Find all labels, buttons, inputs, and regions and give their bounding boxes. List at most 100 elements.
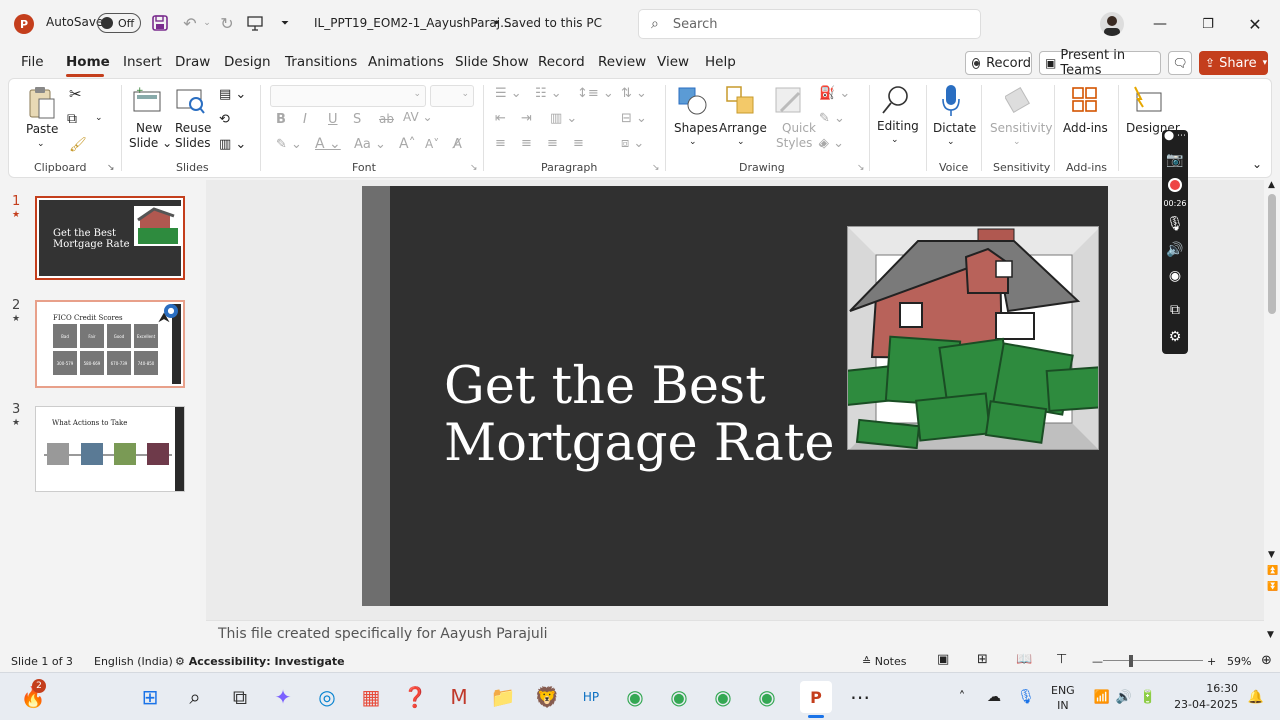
sensitivity-icon[interactable] [1004,85,1033,115]
camera-icon[interactable]: 📷 [1162,152,1188,168]
character-spacing-icon[interactable]: AV ⌄ [403,110,433,124]
chrome-profile-3-icon[interactable]: ◉ [707,681,739,713]
line-spacing-icon[interactable]: ↕≡ ⌄ [577,86,614,101]
clear-formatting-icon[interactable]: A̸ [453,137,462,152]
zoom-slider-thumb[interactable] [1129,655,1133,667]
tab-home[interactable]: Home [66,54,110,70]
comments-button[interactable]: 🗨 [1168,51,1192,75]
zoom-slider-track[interactable] [1103,660,1203,661]
tab-draw[interactable]: Draw [175,54,210,70]
format-painter-icon[interactable]: 🖌 [69,137,87,153]
arrange-label[interactable]: Arrange [719,121,767,136]
save-status[interactable]: • Saved to this PC [493,16,602,30]
sensitivity-dropdown-icon[interactable]: ⌄ [1013,135,1021,150]
user-avatar[interactable] [1100,12,1124,36]
font-size-select[interactable]: ⌄ [430,85,474,107]
reuse-label-2[interactable]: Slides [175,136,211,151]
reuse-label[interactable]: Reuse [175,121,211,136]
shape-fill-icon[interactable]: ⛽ ⌄ [819,86,850,101]
autosave-toggle[interactable]: Off [97,13,141,33]
record-button[interactable]: Record [965,51,1032,75]
editing-dropdown-icon[interactable]: ⌄ [891,133,899,148]
tab-design[interactable]: Design [224,54,271,70]
editing-search-icon[interactable] [879,83,913,117]
clock[interactable]: 16:30 23-04-2025 [1170,681,1238,713]
shape-effects-icon[interactable]: ◈ ⌄ [819,136,844,151]
task-view-icon[interactable]: ⧉ [224,681,256,713]
recorder-more-icon[interactable]: ⬤ ⋯ [1162,131,1188,141]
shapes-label[interactable]: Shapes [674,121,718,136]
mic-tray-icon[interactable]: 🎙 [1010,681,1042,713]
collapse-ribbon-icon[interactable]: ⌄ [1252,157,1262,171]
customize-toolbar-icon[interactable]: ⏷ [278,13,292,33]
notes-toggle[interactable]: ≙ Notes [862,655,907,668]
accessibility-status[interactable]: ⚙ Accessibility: Investigate [175,655,345,668]
restore-icon[interactable]: ❐ [1198,12,1218,36]
new-slide-label[interactable]: New [136,121,162,136]
add-ins-icon[interactable] [1071,85,1099,115]
clipboard-launcher-icon[interactable]: ↘ [107,163,115,173]
paste-dropdown-icon[interactable]: ⌄ [37,137,45,152]
tab-animations[interactable]: Animations [368,54,444,70]
arrange-icon[interactable] [725,85,757,117]
settings-gear-icon[interactable]: ⚙ [1162,329,1188,345]
share-button[interactable]: ⇪ Share ▾ [1199,51,1268,75]
more-apps-icon[interactable]: ⋯ [844,681,876,713]
tab-record[interactable]: Record [538,54,585,70]
arrange-dropdown-icon[interactable]: ⌄ [737,135,745,150]
tab-view[interactable]: View [657,54,689,70]
network-warning-icon[interactable]: ☁ [978,681,1010,713]
microphone-icon[interactable] [939,83,963,119]
align-center-icon[interactable]: ≡ [521,136,532,151]
copilot-icon[interactable]: ✦ [267,681,299,713]
help-app-icon[interactable]: ❓ [399,681,431,713]
shapes-dropdown-icon[interactable]: ⌄ [689,135,697,150]
section-icon[interactable]: ▥ ⌄ [219,137,246,152]
quick-styles-icon[interactable] [773,85,805,117]
copy-icon[interactable]: ⧉ [67,111,77,127]
shape-outline-icon[interactable]: ✎ ⌄ [819,111,845,126]
slide-thumbnail-1[interactable]: Get the Best Mortgage Rate [35,196,185,280]
undo-dropdown-icon[interactable]: ⌄ [202,15,212,31]
font-launcher-icon[interactable]: ↘ [470,163,478,173]
drawing-launcher-icon[interactable]: ↘ [857,163,865,173]
underline-icon[interactable]: U [328,112,338,127]
webcam-icon[interactable]: ◉ [1162,268,1188,284]
numbering-icon[interactable]: ☷ ⌄ [535,86,562,101]
font-name-select[interactable]: ⌄ [270,85,426,107]
tab-transitions[interactable]: Transitions [285,54,357,70]
microphone-icon[interactable]: 🎙 [1162,216,1188,232]
scroll-thumb[interactable] [1268,194,1276,314]
align-left-icon[interactable]: ≡ [495,136,506,151]
minimize-icon[interactable]: — [1150,12,1170,36]
close-icon[interactable]: ✕ [1245,12,1265,36]
editing-label[interactable]: Editing [877,119,919,134]
scroll-down-icon[interactable]: ▼ [1268,550,1275,560]
previous-slide-icon[interactable]: ⏫ [1267,566,1278,576]
quick-styles-label[interactable]: Quick [782,121,816,136]
increase-indent-icon[interactable]: ⇥ [521,111,532,126]
present-in-teams-button[interactable]: ▣ Present in Teams [1039,48,1161,78]
screen-icon[interactable]: ⧉ [1162,302,1188,318]
record-stop-icon[interactable] [1162,178,1188,196]
slide-sorter-icon[interactable]: ⊞ [977,652,988,667]
columns-icon[interactable]: ▥ ⌄ [550,111,577,126]
myhp-icon[interactable]: HP [575,681,607,713]
sensitivity-label[interactable]: Sensitivity [990,121,1052,136]
paragraph-launcher-icon[interactable]: ↘ [652,163,660,173]
copy-dropdown-icon[interactable]: ⌄ [95,113,103,123]
dictate-dropdown-icon[interactable]: ⌄ [947,135,955,150]
speaker-icon[interactable]: 🔊 [1162,242,1188,258]
scroll-down-end-icon[interactable]: ▼ [1267,630,1274,640]
slide-thumbnail-3[interactable]: What Actions to Take [35,406,185,492]
undo-icon[interactable]: ↶ [180,13,200,33]
mcafee-icon[interactable]: M [443,681,475,713]
scroll-up-icon[interactable]: ▲ [1268,180,1275,190]
tab-file[interactable]: File [21,54,44,70]
increase-font-icon[interactable]: A˄ [399,136,416,152]
font-color-icon[interactable]: A ⌄ [315,136,341,152]
tab-review[interactable]: Review [598,54,646,70]
change-case-icon[interactable]: Aa ⌄ [354,137,386,152]
file-explorer-icon[interactable]: 📁 [487,681,519,713]
decrease-indent-icon[interactable]: ⇤ [495,111,506,126]
